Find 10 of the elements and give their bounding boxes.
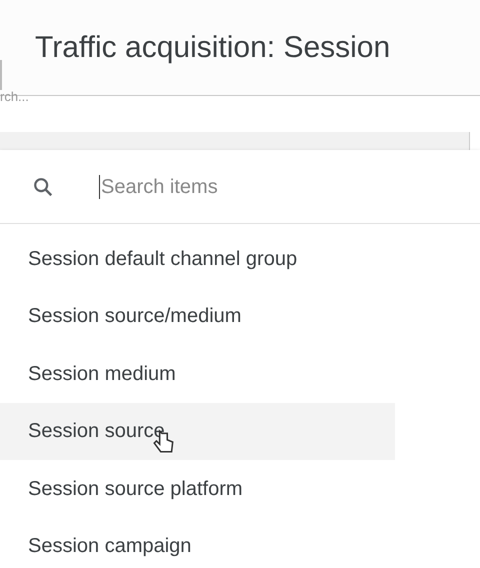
search-field[interactable]: Search items [101,172,401,202]
page-title: Traffic acquisition: Session [35,30,390,66]
list-item[interactable]: Session medium [0,345,395,402]
list-item[interactable]: Session source [0,402,395,460]
search-hint: rch... [0,90,29,103]
search-icon [32,176,54,198]
list-item[interactable]: Session source/medium [0,288,395,345]
list-item[interactable]: Session source platform [0,460,395,518]
list-item[interactable]: Session default channel group [0,230,395,288]
list-item[interactable]: Session campaign [0,518,395,568]
